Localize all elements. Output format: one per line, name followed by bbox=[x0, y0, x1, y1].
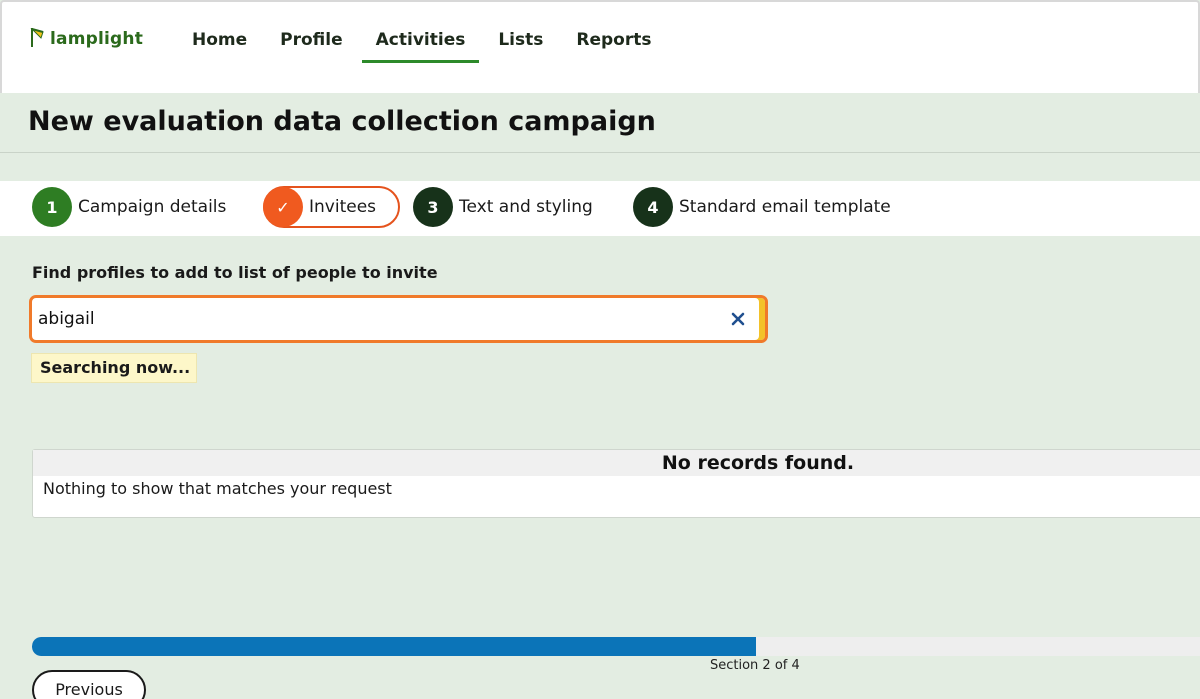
nav-lists[interactable]: Lists bbox=[484, 29, 557, 63]
search-label: Find profiles to add to list of people t… bbox=[32, 263, 438, 282]
lamp-icon bbox=[30, 27, 44, 47]
top-navigation-bar: lamplight Home Profile Activities Lists … bbox=[0, 0, 1200, 93]
checkmark-icon: ✓ bbox=[263, 187, 303, 227]
profile-search-input[interactable] bbox=[38, 306, 718, 332]
progress-fill bbox=[32, 637, 757, 656]
step-number-4: 4 bbox=[633, 187, 673, 227]
results-panel: No records found. Nothing to show that m… bbox=[32, 449, 1200, 518]
step-label: Invitees bbox=[309, 197, 377, 217]
results-message: Nothing to show that matches your reques… bbox=[43, 479, 392, 498]
step-campaign-details[interactable]: 1 Campaign details bbox=[32, 187, 226, 227]
results-heading: No records found. bbox=[33, 450, 1200, 476]
step-number-1: 1 bbox=[32, 187, 72, 227]
step-text-and-styling[interactable]: 3 Text and styling bbox=[413, 187, 593, 227]
step-label: Standard email template bbox=[679, 197, 891, 217]
search-field-wrapper bbox=[29, 295, 768, 343]
logo-text: lamplight bbox=[50, 29, 144, 49]
step-label: Campaign details bbox=[78, 197, 227, 217]
step-label: Text and styling bbox=[459, 197, 593, 217]
page-title: New evaluation data collection campaign bbox=[28, 106, 656, 137]
nav-activities[interactable]: Activities bbox=[361, 29, 480, 63]
step-invitees[interactable]: ✓ Invitees bbox=[263, 186, 400, 228]
step-standard-email-template[interactable]: 4 Standard email template bbox=[633, 187, 891, 227]
main-nav: Home Profile Activities Lists Reports bbox=[178, 29, 670, 63]
nav-reports[interactable]: Reports bbox=[562, 29, 665, 63]
section-indicator: Section 2 of 4 bbox=[710, 658, 800, 673]
step-number-3: 3 bbox=[413, 187, 453, 227]
searching-status: Searching now... bbox=[31, 353, 197, 383]
progress-bar bbox=[32, 637, 1200, 656]
lamplight-logo[interactable]: lamplight bbox=[28, 26, 143, 48]
close-icon[interactable] bbox=[727, 308, 749, 330]
nav-home[interactable]: Home bbox=[178, 29, 261, 63]
nav-profile[interactable]: Profile bbox=[266, 29, 356, 63]
wizard-steps: 1 Campaign details ✓ Invitees 3 Text and… bbox=[0, 181, 1200, 236]
previous-button[interactable]: Previous bbox=[32, 670, 146, 699]
